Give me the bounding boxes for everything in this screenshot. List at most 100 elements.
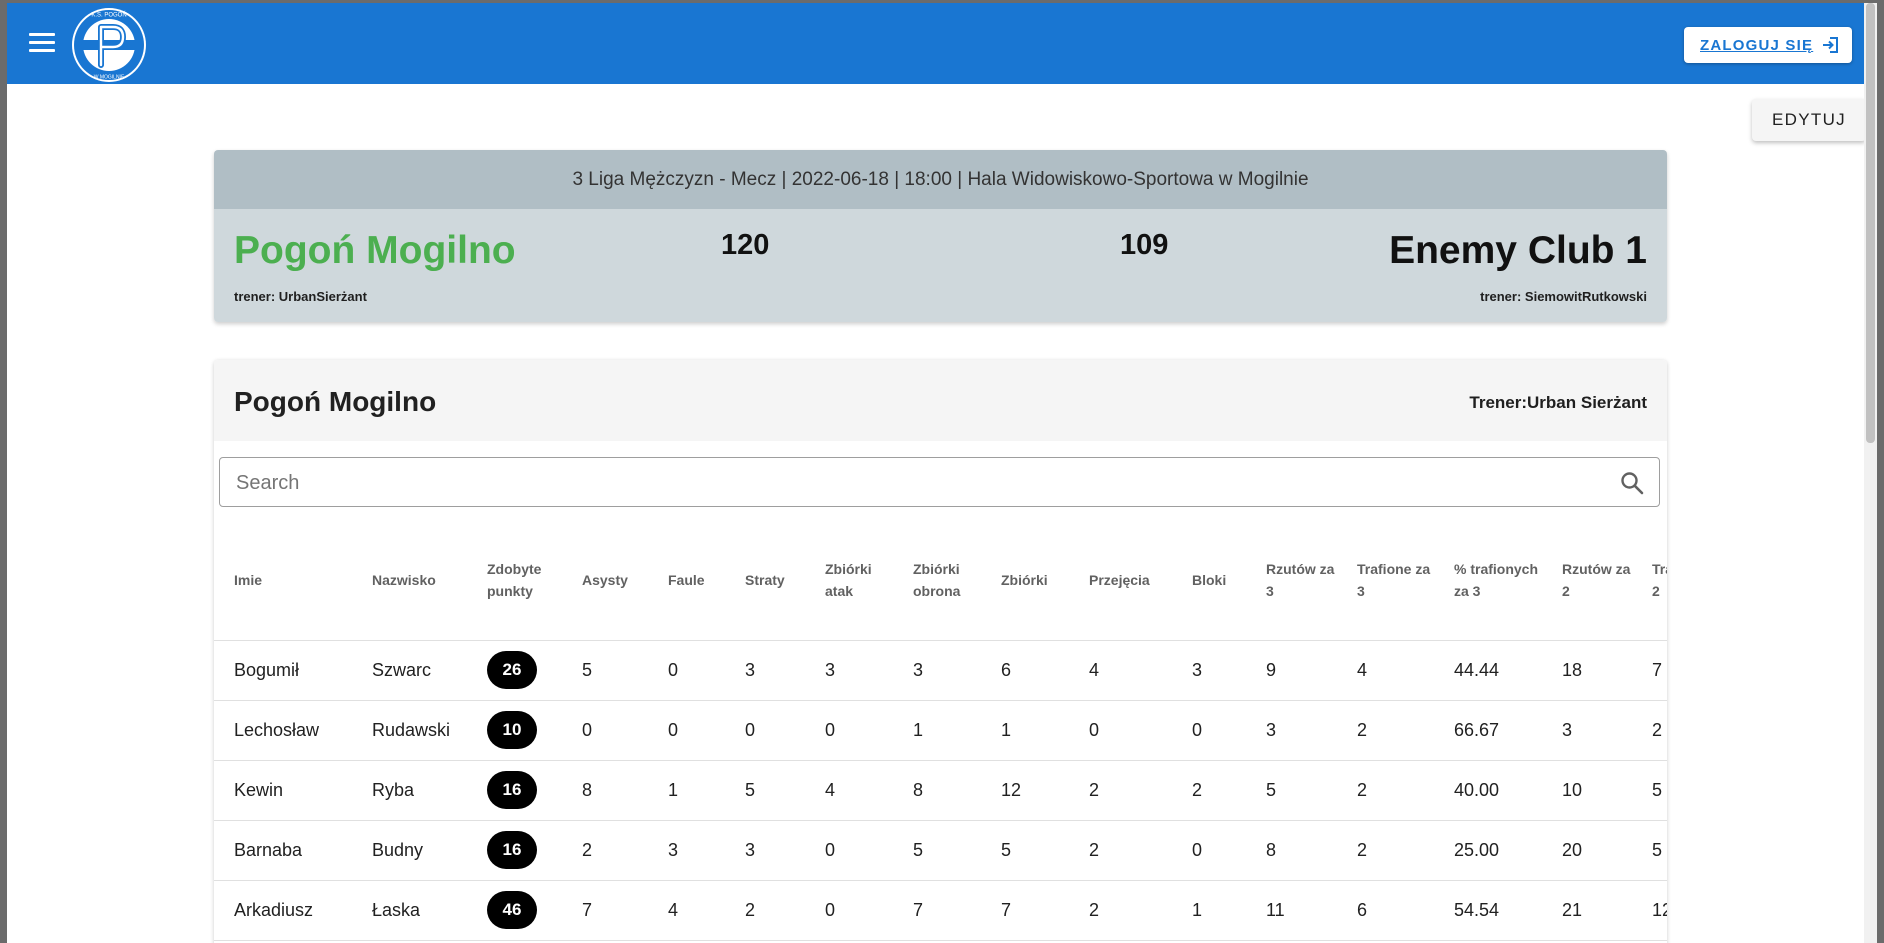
match-score-panel: Pogoń Mogilno trener: UrbanSierżant 120 … [214,209,1667,322]
table-row[interactable]: ArkadiuszŁaska467420772111654.542112 [214,880,1667,941]
table-row[interactable]: Lechosław Rudawski 10 0 0 0 0 1 1 0 0 3 2 66.67 3 2 [214,700,1667,761]
table-cell: 8 [1246,820,1337,881]
table-cell: 5 [562,640,648,701]
table-cell: 2 [1172,760,1246,821]
column-header[interactable]: % trafionych za 3 [1434,520,1542,641]
login-button[interactable]: ZALOGUJ SIĘ [1684,27,1852,63]
table-cell: 1 [1172,880,1246,941]
home-score: 120 [721,229,770,261]
table-cell: 0 [1172,820,1246,881]
team-stats-card: Pogoń Mogilno Trener:Urban Sierżant Imie… [214,360,1667,943]
match-card: 3 Liga Mężczyzn - Mecz | 2022-06-18 | 18… [214,150,1667,322]
team-title: Pogoń Mogilno [234,386,437,417]
table-cell: 1 [648,760,725,821]
column-header[interactable]: Faule [648,520,725,641]
table-cell: 11 [1246,880,1337,941]
menu-icon[interactable] [29,33,55,53]
table-cell: 2 [1632,700,1667,761]
away-score: 109 [1120,229,1169,261]
table-cell: 2 [1069,760,1172,821]
column-header[interactable]: Asysty [562,520,648,641]
club-logo[interactable]: K.S. POGOŃ W MOGILNIE [71,7,147,83]
table-cell: 2 [1337,760,1434,821]
away-team-name: Enemy Club 1 [1389,229,1647,272]
table-body: Bogumił Szwarc 26 5 0 3 3 3 6 4 3 9 4 44.44 18 7 Lechosł… [214,640,1667,941]
table-cell: 0 [1069,700,1172,761]
table-cell: 5 [981,820,1069,881]
table-cell: 9 [1246,640,1337,701]
table-cell: 6 [1337,880,1434,941]
search-icon[interactable] [1619,470,1645,496]
table-cell: Kewin [214,760,352,821]
table-cell: 7 [893,880,981,941]
table-cell: 0 [725,700,805,761]
search-field[interactable] [219,457,1660,508]
home-team-name: Pogoń Mogilno [234,229,516,272]
table-cell: 0 [562,700,648,761]
match-info: 3 Liga Mężczyzn - Mecz | 2022-06-18 | 18… [214,150,1667,209]
column-header[interactable]: Zbiórki [981,520,1069,641]
column-header[interactable]: Zbiórki atak [805,520,893,641]
points-chip: 46 [487,891,537,929]
away-team-coach: trener: SiemowitRutkowski [1480,289,1647,304]
scrollbar-thumb[interactable] [1866,3,1875,443]
points-chip: 26 [487,651,537,689]
table-cell: 4 [1337,640,1434,701]
scrollbar[interactable] [1864,3,1877,943]
table-cell: 2 [1337,700,1434,761]
column-header[interactable]: Przejęcia [1069,520,1172,641]
column-header[interactable]: Rzutów za 3 [1246,520,1337,641]
logo-bottom-text: W MOGILNIE [94,75,125,81]
table-cell: 18 [1542,640,1632,701]
table-cell: 12 [981,760,1069,821]
column-header[interactable]: Zdobyte punkty [467,520,562,641]
column-header[interactable]: Trafione za 3 [1337,520,1434,641]
table-cell: 5 [1632,760,1667,821]
table-cell: Łaska [352,880,467,941]
table-cell: Lechosław [214,700,352,761]
table-cell: 46 [467,880,562,941]
table-cell: 7 [981,880,1069,941]
table-cell: Szwarc [352,640,467,701]
points-chip: 16 [487,831,537,869]
table-cell: 3 [725,640,805,701]
table-cell: Budny [352,820,467,881]
table-cell: 3 [1172,640,1246,701]
column-header[interactable]: Nazwisko [352,520,467,641]
table-cell: Rudawski [352,700,467,761]
column-header[interactable]: Imie [214,520,352,641]
table-row[interactable]: Kewin Ryba 16 8 1 5 4 8 12 2 2 5 2 40.00 10 5 [214,760,1667,821]
table-cell: 4 [805,760,893,821]
table-cell: 2 [1069,880,1172,941]
table-cell: Bogumił [214,640,352,701]
table-cell: 21 [1542,880,1632,941]
home-team-coach: trener: UrbanSierżant [234,289,367,304]
table-cell: 1 [981,700,1069,761]
column-header[interactable]: Straty [725,520,805,641]
table-cell: Barnaba [214,820,352,881]
table-cell: 0 [648,700,725,761]
table-cell: 8 [893,760,981,821]
table-cell: 4 [1069,640,1172,701]
login-icon [1823,37,1839,53]
table-cell: 6 [981,640,1069,701]
table-cell: 0 [648,640,725,701]
table-cell: 3 [893,640,981,701]
table-cell: 5 [1632,820,1667,881]
edit-button[interactable]: EDYTUJ [1752,99,1866,141]
column-header[interactable]: Bloki [1172,520,1246,641]
table-cell: 7 [562,880,648,941]
table-row[interactable]: Bogumił Szwarc 26 5 0 3 3 3 6 4 3 9 4 44.44 18 7 [214,640,1667,701]
logo-top-text: K.S. POGOŃ [91,12,126,19]
table-row[interactable]: Barnaba Budny 16 2 3 3 0 5 5 2 0 8 2 25.00 20 5 [214,820,1667,881]
table-cell: 44.44 [1434,640,1542,701]
column-header[interactable]: Trafione za 2 [1632,520,1667,641]
table-cell: 7 [1632,640,1667,701]
table-cell: 40.00 [1434,760,1542,821]
search-input[interactable] [234,458,1598,508]
column-header[interactable]: Zbiórki obrona [893,520,981,641]
table-cell: 2 [1337,820,1434,881]
table-header-row: Imie Nazwisko Zdobyte punkty Asysty Faule Str… [214,520,1667,641]
column-header[interactable]: Rzutów za 2 [1542,520,1632,641]
team-coach: Trener:Urban Sierżant [1469,393,1647,412]
